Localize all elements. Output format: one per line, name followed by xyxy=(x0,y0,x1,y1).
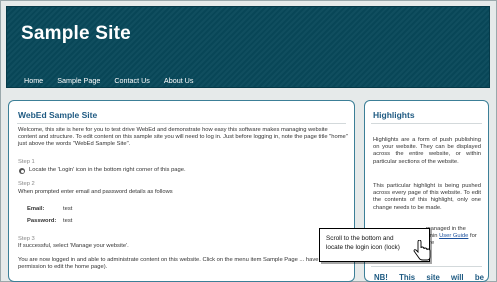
lock-icon xyxy=(19,168,25,174)
main-title: WebEd Sample Site xyxy=(18,110,98,120)
nb-notice: NB! This site will be xyxy=(374,273,484,282)
site-header: Sample Site Home Sample Page Contact Us … xyxy=(6,6,490,88)
final-paragraph: You are now logged in and able to admini… xyxy=(18,257,319,271)
step3-text: If successful, select 'Manage your websi… xyxy=(18,243,129,249)
nav-item-about-us[interactable]: About Us xyxy=(164,76,194,85)
nb-word-2: This xyxy=(399,273,416,282)
highlights-divider xyxy=(371,123,482,124)
nav-item-sample-page[interactable]: Sample Page xyxy=(57,76,100,85)
nb-word-1: NB! xyxy=(374,273,388,282)
intro-paragraph: Welcome, this site is here for you to te… xyxy=(18,127,348,148)
highlights-para-2: This particular highlight is being pushe… xyxy=(373,183,481,211)
user-guide-link[interactable]: User Guide xyxy=(439,233,468,239)
highlights-bottom-divider xyxy=(371,266,482,267)
nav-item-contact-us[interactable]: Contact Us xyxy=(114,76,150,85)
hand-pointer-icon xyxy=(413,240,431,261)
step1-text: Locate the 'Login' icon in the bottom ri… xyxy=(29,167,186,173)
site-title[interactable]: Sample Site xyxy=(21,23,131,45)
step2-text: When prompted enter email and password d… xyxy=(18,189,173,195)
main-title-divider xyxy=(17,123,346,124)
main-content-panel: WebEd Sample Site Welcome, this site is … xyxy=(8,100,355,282)
step1-label: Step 1 xyxy=(18,159,35,165)
highlights-para-1: Highlights are a form of push publishing… xyxy=(373,137,481,165)
password-label: Password: xyxy=(27,218,57,224)
nb-word-5: be xyxy=(474,273,484,282)
nb-word-3: site xyxy=(426,273,440,282)
email-value: test xyxy=(63,206,73,212)
nav-item-home[interactable]: Home xyxy=(24,76,43,85)
password-value: test xyxy=(63,218,73,224)
highlights-title: Highlights xyxy=(373,110,415,120)
email-label: Email: xyxy=(27,206,45,212)
main-nav: Home Sample Page Contact Us About Us xyxy=(24,76,207,85)
step2-label: Step 2 xyxy=(18,181,35,187)
nb-word-4: will xyxy=(451,273,464,282)
